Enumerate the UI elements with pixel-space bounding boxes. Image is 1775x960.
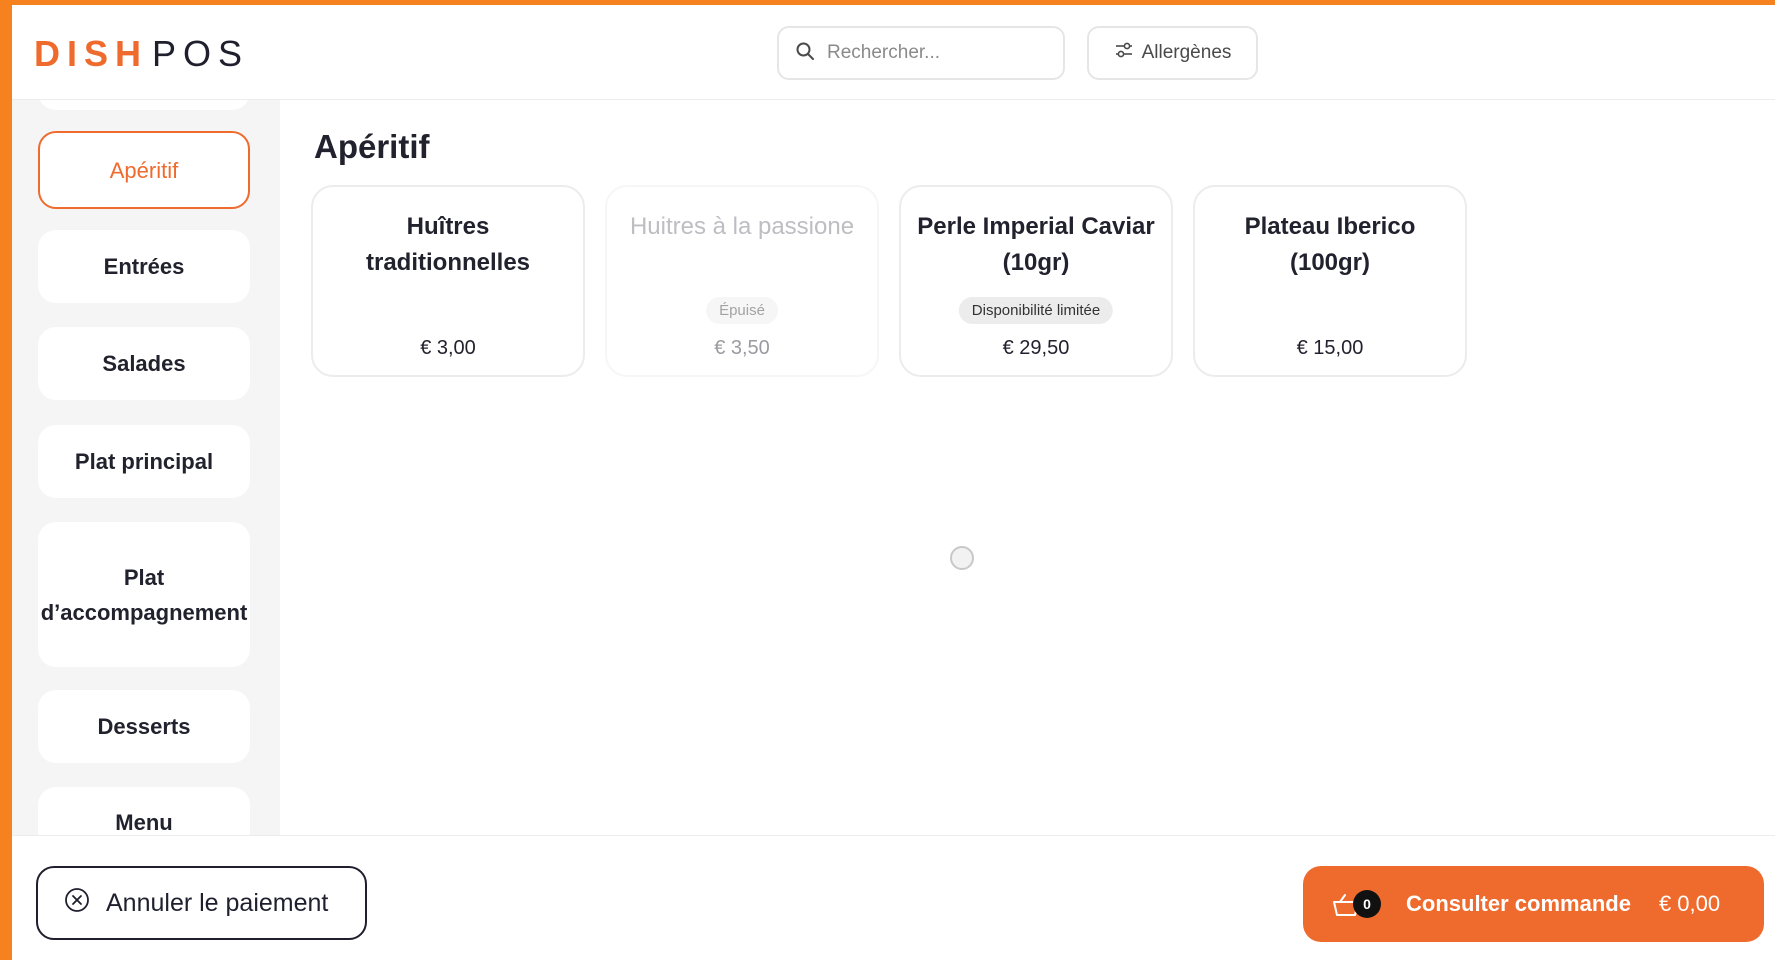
product-name: Perle Imperial Caviar (10gr): [917, 213, 1155, 276]
sidebar-item-plat-accompagnement[interactable]: Plat d’accompagnement: [38, 522, 250, 667]
product-name: Huitres à la passione: [629, 213, 855, 240]
sidebar-item-salades[interactable]: Salades: [38, 327, 250, 400]
view-order-button[interactable]: 0 Consulter commande € 0,00: [1303, 866, 1764, 942]
bottom-action-bar: Annuler le paiement 0 Consulter commande…: [12, 835, 1775, 960]
cancel-payment-label: Annuler le paiement: [106, 888, 329, 917]
order-total: € 0,00: [1658, 891, 1721, 916]
sidebar-item-partial[interactable]: [38, 100, 250, 110]
basket-icon: 0: [1331, 889, 1381, 919]
view-order-label: Consulter commande: [1406, 891, 1631, 916]
category-sidebar[interactable]: Apéritif Entrées Salades Plat principal …: [12, 100, 280, 835]
logo-brand: DISH: [34, 33, 149, 74]
search-icon: [795, 41, 815, 66]
product-name: Huîtres traditionnelles: [365, 213, 531, 276]
category-title: Apéritif: [314, 128, 430, 165]
search-box[interactable]: [777, 26, 1065, 80]
sliders-icon: [1114, 41, 1134, 65]
product-card[interactable]: Plateau Iberico (100gr) € 15,00: [1193, 185, 1467, 377]
product-name: Plateau Iberico (100gr): [1244, 213, 1416, 276]
product-card-sold-out: Huitres à la passione Épuisé € 3,50: [605, 185, 879, 377]
sidebar-item-aperitif[interactable]: Apéritif: [38, 131, 250, 209]
allergens-filter-button[interactable]: Allergènes: [1087, 26, 1258, 80]
product-price: € 15,00: [1296, 337, 1364, 359]
sidebar-item-desserts[interactable]: Desserts: [38, 690, 250, 763]
loading-spinner-icon: [950, 546, 974, 570]
basket-count-badge: 0: [1353, 890, 1381, 918]
cancel-payment-button[interactable]: Annuler le paiement: [36, 866, 367, 940]
allergens-label: Allergènes: [1141, 42, 1232, 63]
frame-left-border: [0, 0, 12, 960]
product-price: € 29,50: [1002, 337, 1070, 359]
product-card[interactable]: Perle Imperial Caviar (10gr) Disponibili…: [899, 185, 1173, 377]
sold-out-badge: Épuisé: [706, 297, 778, 324]
sidebar-item-entrees[interactable]: Entrées: [38, 230, 250, 303]
product-card[interactable]: Huîtres traditionnelles € 3,00: [311, 185, 585, 377]
sidebar-item-plat-principal[interactable]: Plat principal: [38, 425, 250, 498]
limited-availability-badge: Disponibilité limitée: [958, 297, 1114, 324]
logo-suffix: POS: [152, 33, 250, 74]
sidebar-item-menu[interactable]: Menu: [38, 787, 250, 835]
search-input[interactable]: [825, 41, 1049, 65]
logo: DISH POS: [34, 33, 249, 75]
product-price: € 3,00: [420, 337, 476, 359]
top-header: DISHPOS Allergènes: [12, 5, 1775, 100]
close-circle-icon: [64, 887, 90, 920]
product-price: € 3,50: [714, 337, 770, 359]
